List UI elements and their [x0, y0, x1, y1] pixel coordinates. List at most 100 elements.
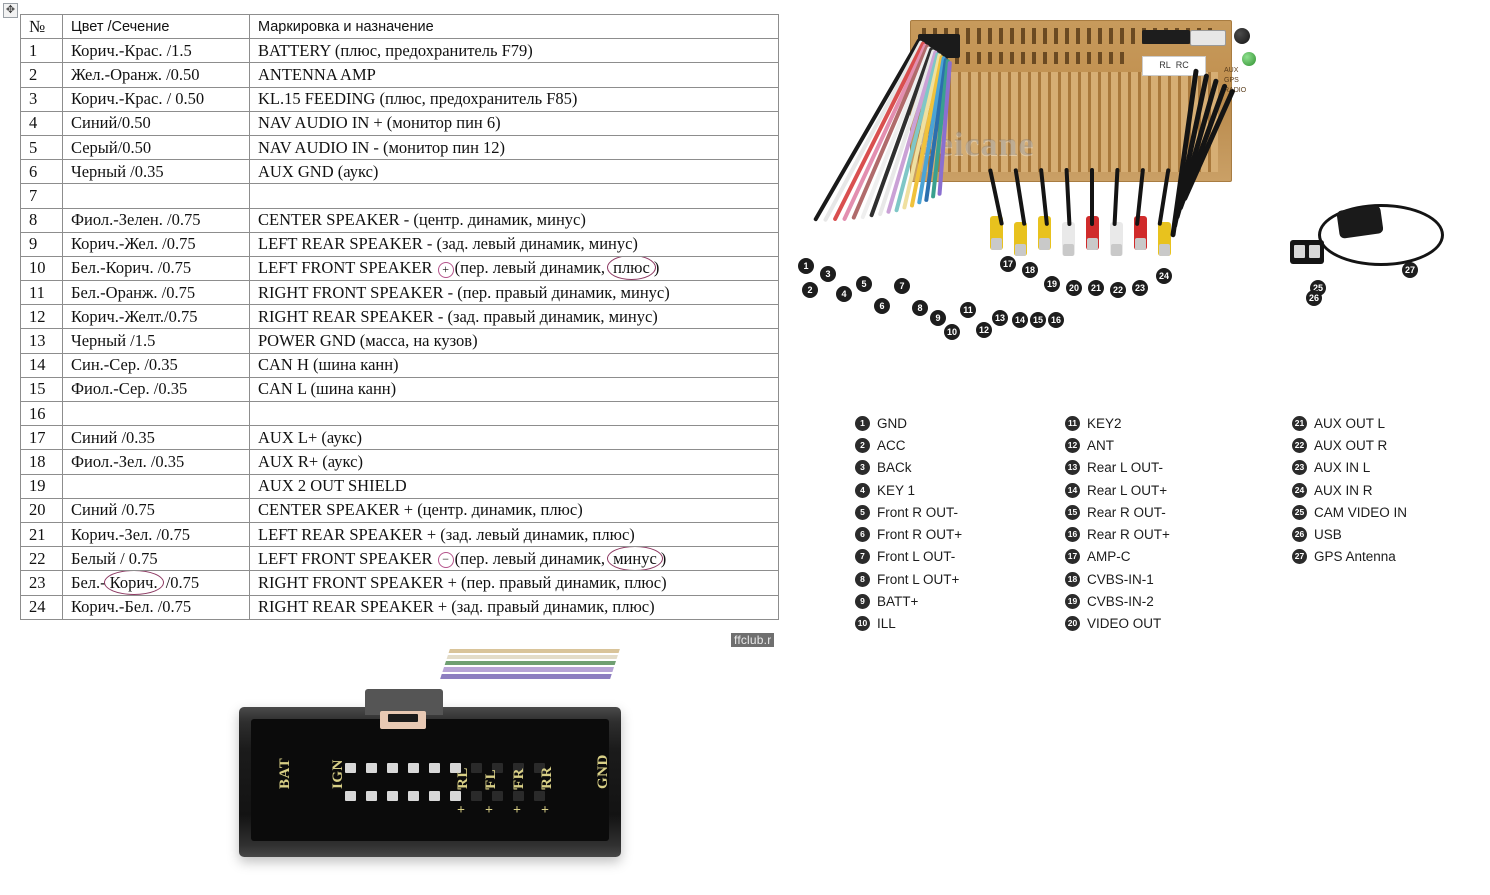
table-row: 11 Бел.-Оранж. /0.75 RIGHT FRONT SPEAKER -… — [20, 280, 779, 306]
photo-callout-6: 6 — [874, 298, 890, 314]
cell-marking: NAV AUDIO IN - (монитор пин 12) — [249, 134, 779, 161]
legend-number-badge: 15 — [1065, 504, 1080, 520]
legend-number-badge: 20 — [1065, 616, 1080, 632]
rca-tip — [1015, 244, 1026, 256]
connector-pin — [471, 763, 482, 773]
cell-number: 14 — [20, 352, 63, 378]
table-row: 2 Жел.-Оранж. /0.50 ANTENNA AMP — [20, 62, 779, 88]
polarity-plus: + — [541, 803, 549, 818]
cell-marking: POWER GND (масса, на кузов) — [249, 328, 779, 354]
antenna-jack — [1234, 28, 1250, 44]
cell-color: Корич.-Бел. /0.75 — [62, 594, 250, 620]
photo-callout-16: 16 — [1048, 312, 1064, 328]
cell-marking: RIGHT REAR SPEAKER - (зад. правый динами… — [249, 304, 779, 330]
photo-callout-20: 20 — [1066, 280, 1082, 296]
polarity-symbol-icon: + — [437, 261, 454, 278]
cell-color — [62, 183, 250, 209]
cell-number: 13 — [20, 328, 63, 354]
cell-marking: AUX R+ (аукс) — [249, 449, 779, 475]
cell-color: Корич.-Крас. /1.5 — [62, 38, 250, 64]
photo-callout-5: 5 — [856, 276, 872, 292]
rca-tip — [1039, 238, 1050, 250]
cell-marking — [249, 400, 779, 427]
cell-number: 6 — [20, 159, 63, 185]
rca-plug — [1014, 222, 1027, 256]
legend-item: 2 ACC — [855, 434, 1070, 456]
cell-number: 20 — [20, 497, 63, 523]
table-row: 14 Син.-Сер. /0.35 CAN H (шина канн) — [20, 352, 779, 378]
usb-slot — [1294, 245, 1305, 258]
legend-item: 17 AMP-C — [1065, 546, 1280, 568]
photo-callout-1: 1 — [798, 258, 814, 274]
connector-keyway — [380, 711, 426, 729]
polarity-plus: + — [457, 803, 465, 818]
legend-number-badge: 10 — [855, 616, 870, 632]
car-head-unit-photo: RL RC AUXGPSRADIO Seicane 12345678910111… — [790, 8, 1490, 348]
connector-label-gnd: GND — [595, 754, 611, 789]
table-row: 8 Фиол.-Зелен. /0.75 CENTER SPEAKER - (цен… — [20, 207, 779, 233]
connector-pin — [429, 791, 440, 801]
legend-label: VIDEO OUT — [1087, 616, 1162, 632]
cell-number: 16 — [20, 400, 63, 427]
polarity-minus: - — [485, 781, 490, 796]
photo-callout-26: 26 — [1306, 290, 1322, 306]
cell-marking — [249, 183, 779, 209]
legend-label: ILL — [877, 616, 896, 632]
legend-number-badge: 9 — [855, 594, 870, 610]
move-cross-icon[interactable]: ✥ — [3, 3, 18, 18]
legend-item: 15 Rear R OUT- — [1065, 501, 1280, 523]
photo-callout-2: 2 — [802, 282, 818, 298]
legend-number-badge: 6 — [855, 527, 870, 543]
photo-callout-19: 19 — [1044, 276, 1060, 292]
polarity-plus: + — [485, 803, 493, 818]
cell-number: 12 — [20, 304, 63, 330]
cell-color: Фиол.-Зел. /0.35 — [62, 449, 250, 475]
cell-color: Серый/0.50 — [62, 134, 250, 161]
legend-number-badge: 16 — [1065, 527, 1080, 543]
cell-color: Синий/0.50 — [62, 110, 250, 136]
rca-plug — [1062, 222, 1075, 256]
photo-callout-7: 7 — [894, 278, 910, 294]
cell-marking: AUX 2 OUT SHIELD — [249, 473, 779, 499]
legend-number-badge: 25 — [1292, 504, 1307, 520]
legend-label: AUX IN L — [1314, 460, 1371, 476]
cell-number: 2 — [20, 62, 63, 88]
legend-label: AUX OUT L — [1314, 415, 1386, 431]
cell-marking: RIGHT FRONT SPEAKER - (пер. правый динам… — [249, 280, 779, 306]
cell-number: 22 — [20, 546, 63, 572]
cell-marking: AUX L+ (аукс) — [249, 425, 779, 451]
legend-label: Front L OUT- — [877, 549, 956, 565]
connector-pin — [387, 763, 398, 773]
legend-label: ACC — [877, 437, 906, 453]
cell-number: 24 — [20, 594, 63, 620]
legend-item: 19 CVBS-IN-2 — [1065, 590, 1280, 612]
table-row: 23 Бел.- Корич. /0.75 RIGHT FRONT SPEAKER +… — [20, 570, 779, 596]
cell-color — [62, 473, 250, 499]
legend-label: AMP-C — [1087, 549, 1131, 565]
polarity-minus: - — [457, 781, 462, 796]
table-row: 19 AUX 2 OUT SHIELD — [20, 473, 779, 499]
table-row: 10 Бел.-Корич. /0.75 LEFT FRONT SPEAKER +(… — [20, 255, 779, 282]
legend-number-badge: 2 — [855, 437, 870, 453]
legend-label: CAM VIDEO IN — [1314, 504, 1408, 520]
photo-callout-22: 22 — [1110, 282, 1126, 298]
photo-callout-24: 24 — [1156, 268, 1172, 284]
cell-marking: LEFT FRONT SPEAKER − (пер. левый динамик,… — [249, 546, 779, 572]
pin-legend: 1 GND 2 ACC 3 BACk 4 KEY 1 5 Front R OUT- 6 Front R… — [855, 412, 1485, 637]
legend-column-3: 21 AUX OUT L 22 AUX OUT R 23 AUX IN L 24 AUX IN… — [1292, 412, 1490, 568]
rca-plug — [1110, 222, 1123, 256]
connector-pin — [429, 763, 440, 773]
legend-number-badge: 23 — [1292, 460, 1307, 476]
legend-number-badge: 8 — [855, 571, 870, 587]
annotation-ellipse: плюс — [607, 257, 656, 280]
rca-tip — [1135, 238, 1146, 250]
legend-item: 12 ANT — [1065, 434, 1280, 456]
connector-label-bat: BAT — [277, 757, 293, 789]
connector-pin — [366, 763, 377, 773]
cell-color: Корич.-Зел. /0.75 — [62, 521, 250, 548]
legend-label: Rear L OUT+ — [1087, 482, 1168, 498]
cell-marking: RIGHT REAR SPEAKER + (зад. правый динами… — [249, 594, 779, 620]
table-row: 17 Синий /0.35 AUX L+ (аукс) — [20, 425, 779, 451]
wiring-diagram-page: ✥ № Цвет /Сечение Маркировка и назначени… — [0, 0, 1490, 895]
table-row: 9 Корич.-Жел. /0.75 LEFT REAR SPEAKER - (з… — [20, 231, 779, 257]
